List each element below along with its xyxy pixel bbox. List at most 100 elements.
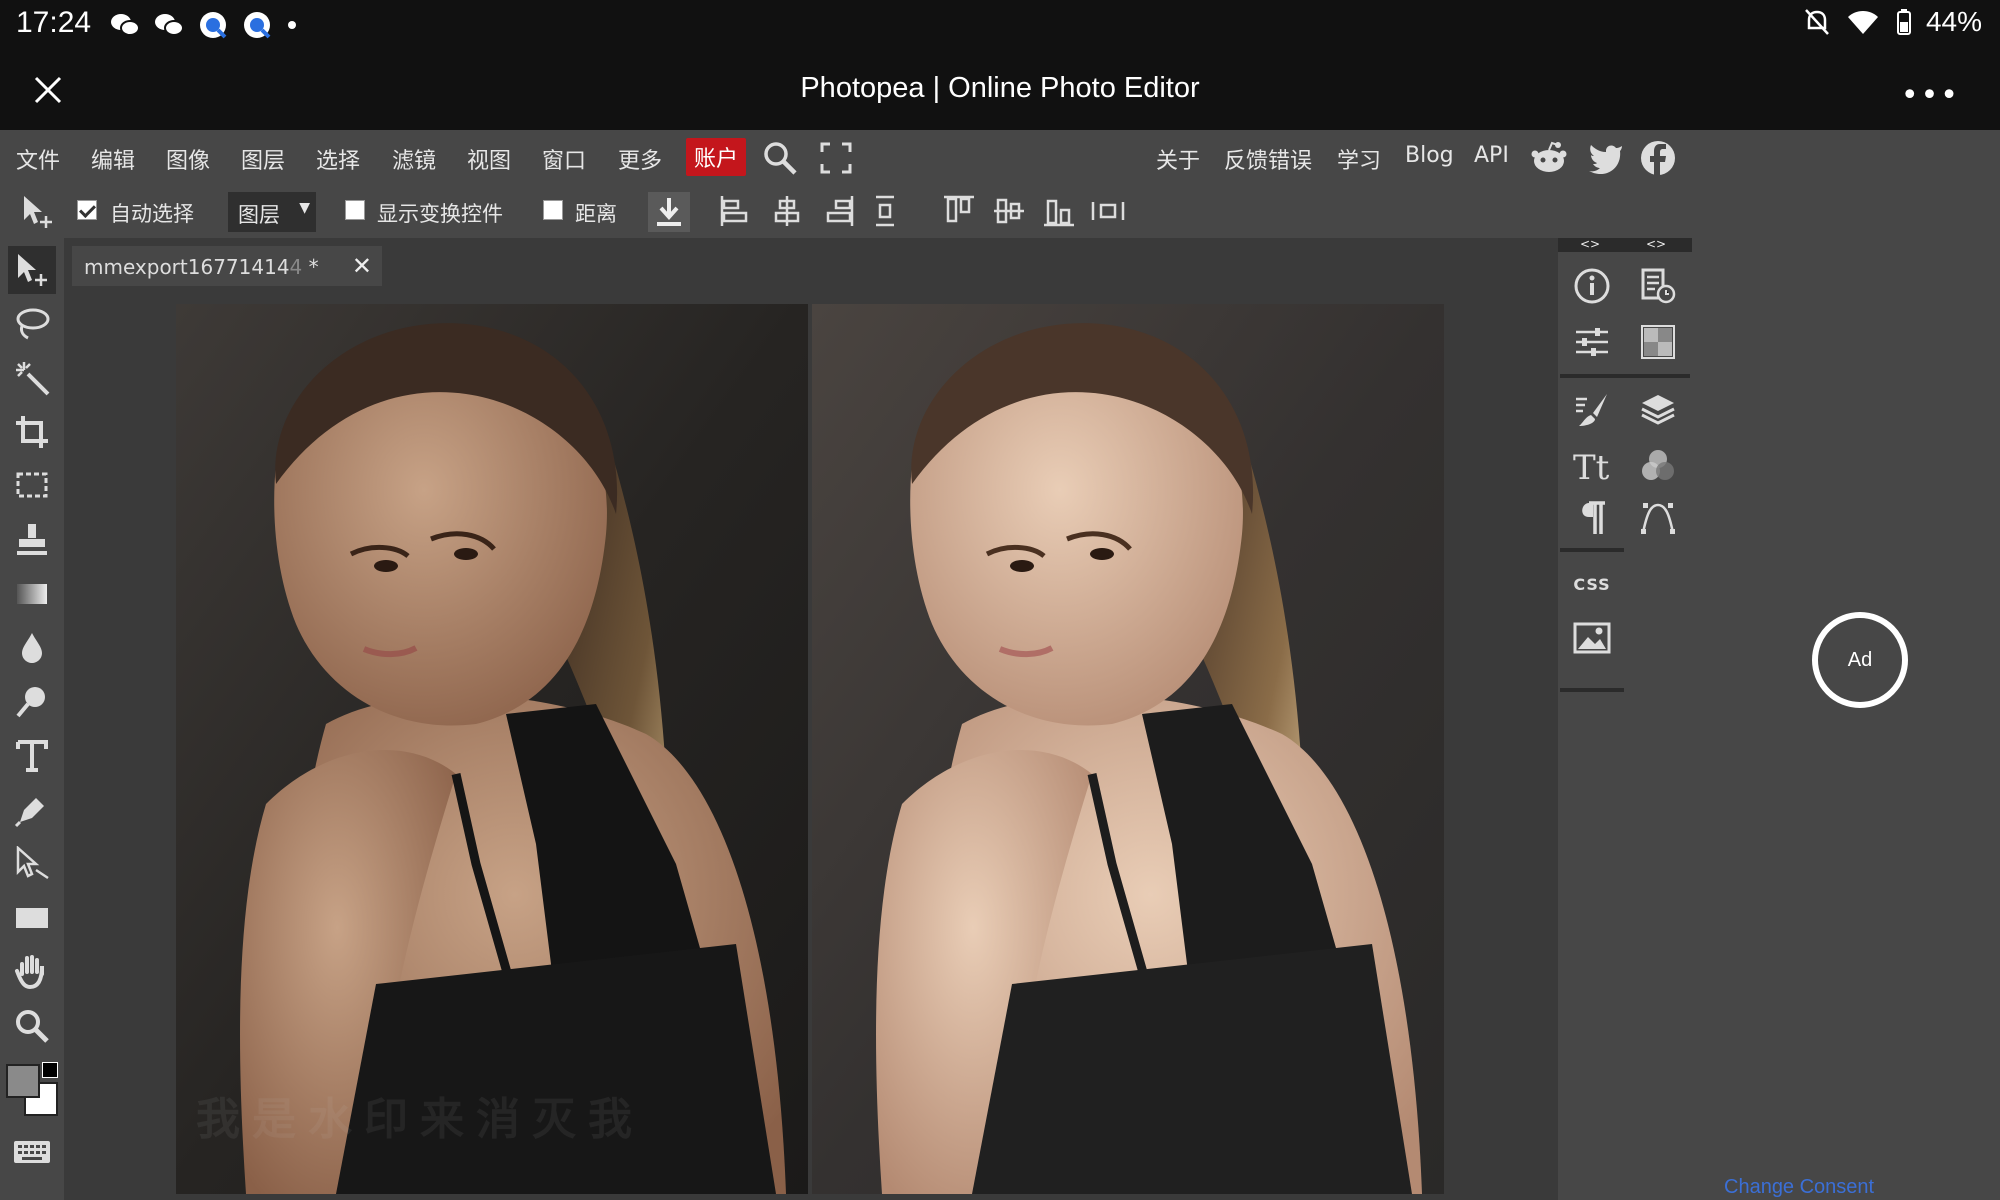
rectangle-icon	[16, 908, 48, 928]
path-select-icon	[16, 846, 49, 880]
document-tab[interactable]: mmexport167714144 * ✕	[72, 246, 382, 286]
menu-account[interactable]: 账户	[686, 138, 747, 176]
chevron-down-icon: ▼	[299, 200, 310, 216]
crop-tool-button[interactable]	[8, 408, 56, 456]
menu-filter[interactable]: 滤镜	[392, 143, 436, 175]
drop-icon	[22, 633, 42, 663]
blur-tool-button[interactable]	[8, 624, 56, 672]
menu-blog[interactable]: Blog	[1405, 143, 1454, 168]
crop-icon	[16, 416, 48, 448]
pen-tool-button[interactable]	[8, 786, 56, 834]
more-options-icon[interactable]: •••	[1901, 78, 1960, 113]
history-panel-button[interactable]	[1634, 262, 1682, 310]
panel-divider	[1560, 548, 1624, 552]
keyboard-icon	[14, 1141, 50, 1163]
lasso-tool-button[interactable]	[8, 300, 56, 348]
move-tool-button[interactable]	[8, 246, 56, 294]
magic-wand-icon	[16, 362, 50, 396]
facebook-icon[interactable]	[1640, 140, 1676, 176]
battery-level: 44%	[1925, 6, 1982, 37]
menu-learn[interactable]: 学习	[1337, 143, 1381, 175]
battery-icon	[1896, 9, 1911, 35]
layer-select-dropdown[interactable]: 图层 ▼	[228, 192, 316, 232]
status-time: 17:24	[16, 6, 92, 39]
marquee-tool-button[interactable]	[8, 462, 56, 510]
ad-badge[interactable]: Ad	[1812, 612, 1908, 708]
info-panel-button[interactable]	[1568, 262, 1616, 310]
wechat-icon	[111, 14, 140, 36]
menu-report-bug[interactable]: 反馈错误	[1224, 143, 1312, 175]
menu-about[interactable]: 关于	[1156, 143, 1200, 175]
stamp-tool-button[interactable]	[8, 516, 56, 564]
auto-select-label: 自动选择	[110, 202, 194, 226]
layer-select-value: 图层	[238, 203, 280, 227]
dodge-tool-button[interactable]	[8, 678, 56, 726]
align-right-icon[interactable]	[822, 194, 856, 228]
brush-panel-button[interactable]	[1568, 386, 1616, 434]
channels-panel-button[interactable]	[1634, 442, 1682, 490]
align-left-icon[interactable]	[718, 194, 752, 228]
portrait-after-image	[812, 304, 1444, 1194]
menu-layer[interactable]: 图层	[241, 143, 285, 175]
menu-window[interactable]: 窗口	[542, 143, 586, 175]
type-icon	[16, 740, 48, 772]
menu-more[interactable]: 更多	[618, 143, 662, 175]
distribute-horizontal-icon[interactable]	[1090, 196, 1126, 226]
twitter-icon[interactable]	[1588, 142, 1624, 174]
distance-label: 距离	[575, 202, 617, 226]
keyboard-button[interactable]	[8, 1128, 56, 1176]
workspace: mmexport167714144 * ✕ 我是水印来消灭我	[64, 238, 1558, 1200]
move-tool-icon	[24, 196, 52, 228]
paragraph-panel-button[interactable]	[1568, 494, 1616, 542]
hand-tool-button[interactable]	[8, 948, 56, 996]
zoom-tool-button[interactable]	[8, 1002, 56, 1050]
right-panel: <> <> <> <> Tt CSS	[1558, 237, 1692, 1200]
css-panel-button[interactable]: CSS	[1568, 560, 1616, 608]
sliders-icon	[1576, 328, 1608, 356]
reddit-icon[interactable]	[1530, 140, 1568, 176]
wechat-icon	[155, 14, 184, 36]
menu-api[interactable]: API	[1474, 143, 1509, 168]
image-icon	[1573, 622, 1611, 654]
align-top-icon[interactable]	[942, 194, 976, 228]
default-colors-icon[interactable]	[42, 1062, 58, 1078]
color-swatches[interactable]	[4, 1060, 60, 1120]
canvas[interactable]: 我是水印来消灭我	[176, 304, 1444, 1194]
expand-panel-icon[interactable]: <>	[1580, 237, 1600, 251]
fullscreen-icon[interactable]	[820, 142, 852, 174]
foreground-color-swatch[interactable]	[6, 1064, 40, 1098]
search-icon[interactable]	[762, 140, 798, 176]
expand-panel-icon[interactable]: <>	[1646, 237, 1666, 251]
magic-wand-tool-button[interactable]	[8, 354, 56, 402]
shape-tool-button[interactable]	[8, 894, 56, 942]
align-bottom-icon[interactable]	[1042, 194, 1076, 228]
align-center-h-icon[interactable]	[770, 194, 804, 228]
panel-header-strip	[1558, 238, 1692, 252]
image-panel-button[interactable]	[1568, 614, 1616, 662]
align-middle-v-icon[interactable]	[992, 194, 1026, 228]
layers-panel-button[interactable]	[1634, 386, 1682, 434]
distribute-vertical-icon[interactable]	[870, 194, 900, 228]
menu-select[interactable]: 选择	[316, 143, 360, 175]
photo-after	[812, 304, 1444, 1194]
menu-image[interactable]: 图像	[166, 143, 210, 175]
stamp-icon	[17, 524, 47, 555]
menu-view[interactable]: 视图	[467, 143, 511, 175]
download-button[interactable]	[648, 192, 690, 232]
close-tab-icon[interactable]: ✕	[352, 252, 372, 280]
type-tool-button[interactable]	[8, 732, 56, 780]
swatches-panel-button[interactable]	[1634, 318, 1682, 366]
character-panel-button[interactable]: Tt	[1568, 442, 1616, 490]
paths-panel-button[interactable]	[1634, 494, 1682, 542]
distance-checkbox[interactable]	[543, 200, 563, 220]
path-select-tool-button[interactable]	[8, 840, 56, 888]
change-consent-link[interactable]: Change Consent	[1724, 1176, 1874, 1199]
photo-before: 我是水印来消灭我	[176, 304, 808, 1194]
auto-select-checkbox[interactable]	[77, 200, 97, 220]
show-transform-checkbox[interactable]	[345, 200, 365, 220]
adjustments-panel-button[interactable]	[1568, 318, 1616, 366]
info-icon	[1574, 268, 1610, 304]
gradient-tool-button[interactable]	[8, 570, 56, 618]
menu-file[interactable]: 文件	[16, 143, 60, 175]
menu-edit[interactable]: 编辑	[91, 143, 135, 175]
